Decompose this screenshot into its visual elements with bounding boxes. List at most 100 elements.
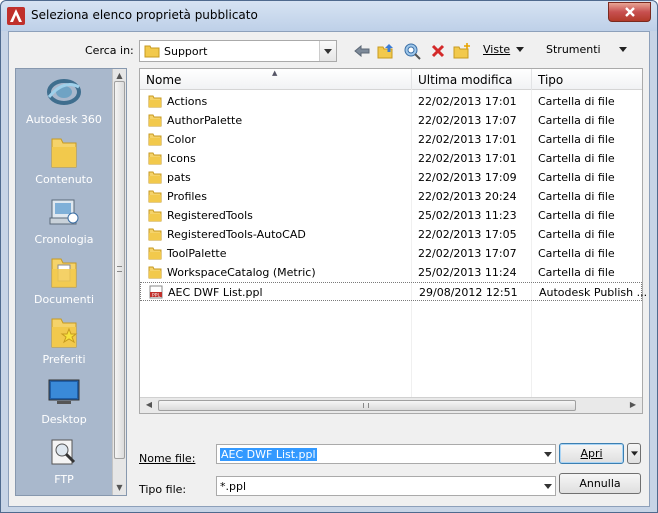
file-modified: 25/02/2013 11:23 bbox=[418, 209, 517, 222]
open-button[interactable]: Apri bbox=[559, 443, 624, 464]
ftp-icon bbox=[44, 433, 84, 471]
place-label: Documenti bbox=[33, 293, 95, 306]
place-ftp[interactable]: FTP bbox=[16, 433, 112, 486]
column-header-modified[interactable]: Ultima modifica bbox=[418, 73, 513, 87]
file-modified: 29/08/2012 12:51 bbox=[419, 286, 518, 299]
file-name: Color bbox=[167, 133, 196, 146]
file-row[interactable]: Actions 22/02/2013 17:01 Cartella di file bbox=[140, 92, 642, 111]
cancel-button[interactable]: Annulla bbox=[559, 473, 641, 494]
chevron-down-icon bbox=[630, 451, 638, 456]
file-modified: 22/02/2013 17:05 bbox=[418, 228, 517, 241]
search-web-icon[interactable] bbox=[402, 41, 422, 61]
folder-icon bbox=[148, 132, 162, 146]
filename-label: Nome file: bbox=[139, 452, 196, 465]
file-type: Cartella di file bbox=[538, 152, 615, 165]
open-options-button[interactable] bbox=[627, 443, 641, 464]
column-header-type[interactable]: Tipo bbox=[538, 73, 563, 87]
file-modified: 22/02/2013 17:07 bbox=[418, 114, 517, 127]
file-row[interactable]: Profiles 22/02/2013 20:24 Cartella di file bbox=[140, 187, 642, 206]
file-row[interactable]: AuthorPalette 22/02/2013 17:07 Cartella di… bbox=[140, 111, 642, 130]
file-row[interactable]: RegisteredTools 25/02/2013 11:23 Cartella … bbox=[140, 206, 642, 225]
filetype-dropdown[interactable]: *.ppl bbox=[216, 476, 556, 496]
file-type: Cartella di file bbox=[538, 209, 615, 222]
places-scrollbar[interactable]: ▲ ▼ bbox=[112, 69, 126, 495]
new-folder-icon[interactable] bbox=[452, 41, 472, 61]
file-row[interactable]: pats 22/02/2013 17:09 Cartella di file bbox=[140, 168, 642, 187]
look-in-value: Support bbox=[164, 44, 208, 58]
history-icon bbox=[44, 193, 84, 231]
place-documenti[interactable]: Documenti bbox=[16, 253, 112, 306]
chevron-down-icon[interactable] bbox=[540, 445, 555, 463]
file-row[interactable]: Icons 22/02/2013 17:01 Cartella di file bbox=[140, 149, 642, 168]
file-row[interactable]: RegisteredTools-AutoCAD 22/02/2013 17:05 C… bbox=[140, 225, 642, 244]
back-arrow-icon[interactable] bbox=[352, 41, 372, 61]
file-modified: 22/02/2013 17:01 bbox=[418, 133, 517, 146]
place-label: FTP bbox=[54, 473, 74, 486]
filename-input[interactable]: AEC DWF List.ppl bbox=[216, 444, 556, 464]
desktop-icon bbox=[44, 373, 84, 411]
column-header-name[interactable]: Nome bbox=[146, 73, 181, 87]
file-name: AuthorPalette bbox=[167, 114, 243, 127]
file-name: Actions bbox=[167, 95, 208, 108]
file-name: pats bbox=[167, 171, 191, 184]
file-row[interactable]: PPL AEC DWF List.ppl 29/08/2012 12:51 Autod… bbox=[140, 282, 647, 301]
file-name: WorkspaceCatalog (Metric) bbox=[167, 266, 316, 279]
file-type: Cartella di file bbox=[538, 266, 615, 279]
folder-icon bbox=[148, 265, 162, 279]
place-autodesk-360[interactable]: Autodesk 360 bbox=[16, 73, 112, 126]
file-modified: 22/02/2013 17:07 bbox=[418, 247, 517, 260]
place-label: Autodesk 360 bbox=[26, 113, 102, 126]
up-folder-icon[interactable] bbox=[376, 41, 396, 61]
close-button[interactable] bbox=[608, 2, 651, 22]
place-desktop[interactable]: Desktop bbox=[16, 373, 112, 426]
file-row[interactable]: ToolPalette 22/02/2013 17:07 Cartella di f… bbox=[140, 244, 642, 263]
documents-icon bbox=[44, 253, 84, 291]
file-name: RegisteredTools bbox=[167, 209, 253, 222]
place-label: Cronologia bbox=[34, 233, 94, 246]
favorites-icon bbox=[44, 313, 84, 351]
folder-icon bbox=[144, 45, 160, 58]
dialog-window: Seleziona elenco proprietà pubblicato Ce… bbox=[0, 0, 658, 513]
place-preferiti[interactable]: Preferiti bbox=[16, 313, 112, 366]
file-name: ToolPalette bbox=[167, 247, 227, 260]
place-label: Desktop bbox=[41, 413, 87, 426]
svg-text:PPL: PPL bbox=[152, 293, 160, 299]
views-menu[interactable]: Viste bbox=[483, 43, 525, 56]
dialog-body: Cerca in: Support Viste Strumenti Autode… bbox=[8, 31, 650, 507]
scroll-left-icon[interactable]: ◀ bbox=[144, 400, 154, 410]
horizontal-scrollbar[interactable]: ◀ ▶ bbox=[140, 397, 642, 413]
folder-icon bbox=[148, 151, 162, 165]
folder-icon bbox=[148, 170, 162, 184]
folder-icon bbox=[44, 133, 84, 171]
title-bar[interactable]: Seleziona elenco proprietà pubblicato bbox=[1, 1, 657, 31]
file-type: Cartella di file bbox=[538, 171, 615, 184]
sort-ascending-icon: ▲ bbox=[272, 69, 278, 77]
scroll-thumb[interactable] bbox=[158, 400, 576, 411]
place-cronologia[interactable]: Cronologia bbox=[16, 193, 112, 246]
tools-label: Strumenti bbox=[546, 43, 601, 56]
chevron-down-icon[interactable] bbox=[319, 41, 336, 61]
ppl-file-icon: PPL bbox=[149, 285, 163, 299]
file-row[interactable]: WorkspaceCatalog (Metric) 25/02/2013 11:2… bbox=[140, 263, 642, 282]
file-name: AEC DWF List.ppl bbox=[168, 286, 263, 299]
file-name: Icons bbox=[167, 152, 196, 165]
list-header: ▲ Nome Ultima modifica Tipo bbox=[140, 69, 642, 90]
filetype-value: *.ppl bbox=[220, 479, 247, 493]
file-modified: 25/02/2013 11:24 bbox=[418, 266, 517, 279]
delete-icon[interactable] bbox=[428, 41, 448, 61]
folder-icon bbox=[148, 208, 162, 222]
place-label: Preferiti bbox=[42, 353, 86, 366]
scroll-thumb[interactable] bbox=[114, 81, 125, 459]
scroll-up-icon[interactable]: ▲ bbox=[115, 71, 124, 80]
folder-icon bbox=[148, 113, 162, 127]
look-in-dropdown[interactable]: Support bbox=[139, 40, 337, 62]
place-contenuto[interactable]: Contenuto bbox=[16, 133, 112, 186]
filename-value: AEC DWF List.ppl bbox=[220, 447, 317, 461]
views-label: Viste bbox=[483, 43, 511, 56]
chevron-down-icon[interactable] bbox=[540, 477, 555, 495]
folder-icon bbox=[148, 246, 162, 260]
scroll-down-icon[interactable]: ▼ bbox=[115, 483, 124, 492]
file-row[interactable]: Color 22/02/2013 17:01 Cartella di file bbox=[140, 130, 642, 149]
tools-menu[interactable]: Strumenti bbox=[546, 43, 627, 56]
scroll-right-icon[interactable]: ▶ bbox=[628, 400, 638, 410]
